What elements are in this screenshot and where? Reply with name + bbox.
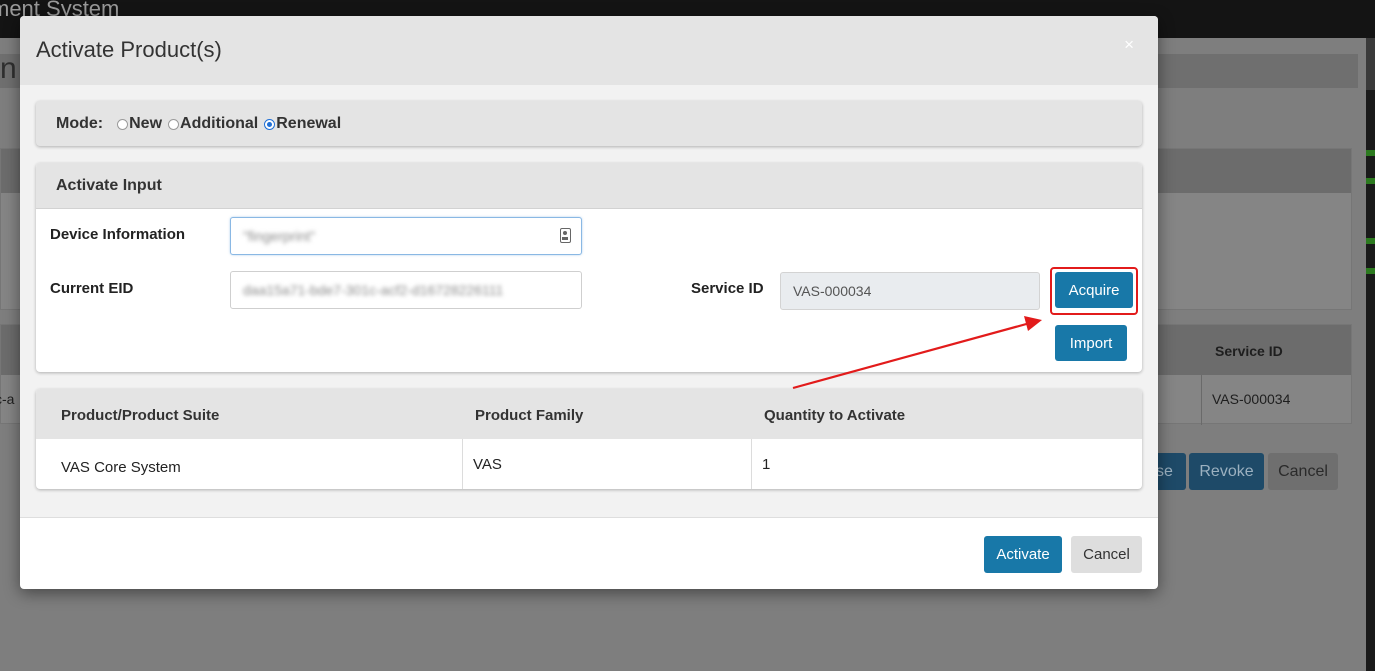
- mode-option-new[interactable]: New: [117, 115, 162, 133]
- mode-selector: Mode: New Additional Renewal: [56, 115, 347, 133]
- column-divider: [462, 439, 463, 489]
- background-td-service-id: VAS-000034: [1212, 391, 1291, 407]
- modal-title: Activate Product(s): [36, 37, 222, 62]
- modal-body: Mode: New Additional Renewal Activate In…: [20, 85, 1158, 518]
- radio-additional[interactable]: [168, 118, 180, 130]
- modal-header: Activate Product(s) ×: [20, 16, 1158, 85]
- current-eid-value: daa15a71-bde7-301c-acf2-d16728226111: [243, 282, 504, 298]
- mode-label: Mode:: [56, 115, 104, 132]
- activate-products-modal: Activate Product(s) × Mode: New Addition…: [20, 16, 1158, 589]
- terminal-text-line: [1366, 150, 1375, 156]
- td-product-family: VAS: [473, 456, 502, 473]
- mode-option-label: Additional: [180, 115, 259, 132]
- device-information-value: "fingerprint": [243, 228, 316, 244]
- close-icon[interactable]: ×: [1124, 36, 1134, 53]
- activate-input-title: Activate Input: [56, 177, 162, 194]
- column-divider: [751, 439, 752, 489]
- mode-option-additional[interactable]: Additional: [168, 115, 258, 133]
- import-button[interactable]: Import: [1055, 325, 1127, 361]
- current-eid-label: Current EID: [50, 280, 134, 297]
- mode-option-label: New: [129, 115, 163, 132]
- terminal-text-line: [1366, 238, 1375, 244]
- device-information-label: Device Information: [50, 226, 186, 243]
- background-cancel-button: Cancel: [1268, 453, 1338, 490]
- background-td-cut: c-a: [0, 391, 15, 407]
- background-th-service-id: Service ID: [1215, 343, 1283, 359]
- current-eid-input[interactable]: daa15a71-bde7-301c-acf2-d16728226111: [230, 271, 582, 309]
- th-product-family: Product Family: [475, 407, 584, 424]
- th-quantity: Quantity to Activate: [764, 407, 906, 424]
- activate-button[interactable]: Activate: [984, 536, 1062, 573]
- activate-input-header: Activate Input: [36, 163, 1142, 209]
- activate-input-panel: Activate Input Device Information "finge…: [36, 163, 1142, 372]
- cancel-button[interactable]: Cancel: [1071, 536, 1142, 573]
- radio-new[interactable]: [117, 118, 129, 130]
- td-quantity: 1: [762, 456, 771, 473]
- background-revoke-button: Revoke: [1189, 453, 1264, 490]
- service-id-input[interactable]: VAS-000034: [780, 272, 1040, 310]
- device-information-input[interactable]: "fingerprint": [230, 217, 582, 255]
- mode-panel: Mode: New Additional Renewal: [36, 101, 1142, 146]
- radio-renewal[interactable]: [264, 118, 276, 130]
- mode-option-renewal[interactable]: Renewal: [264, 115, 341, 133]
- service-id-label: Service ID: [691, 280, 764, 297]
- acquire-button[interactable]: Acquire: [1055, 272, 1133, 308]
- td-product-suite: VAS Core System: [61, 459, 181, 476]
- mode-option-label: Renewal: [276, 115, 342, 132]
- background-column-divider: [1201, 375, 1202, 425]
- background-page-title: n: [0, 52, 17, 85]
- products-table: Product/Product Suite Product Family Qua…: [36, 389, 1142, 489]
- contact-card-icon[interactable]: [560, 228, 571, 243]
- terminal-text-line: [1366, 268, 1375, 274]
- terminal-text-line: [1366, 178, 1375, 184]
- th-product-suite: Product/Product Suite: [61, 407, 220, 424]
